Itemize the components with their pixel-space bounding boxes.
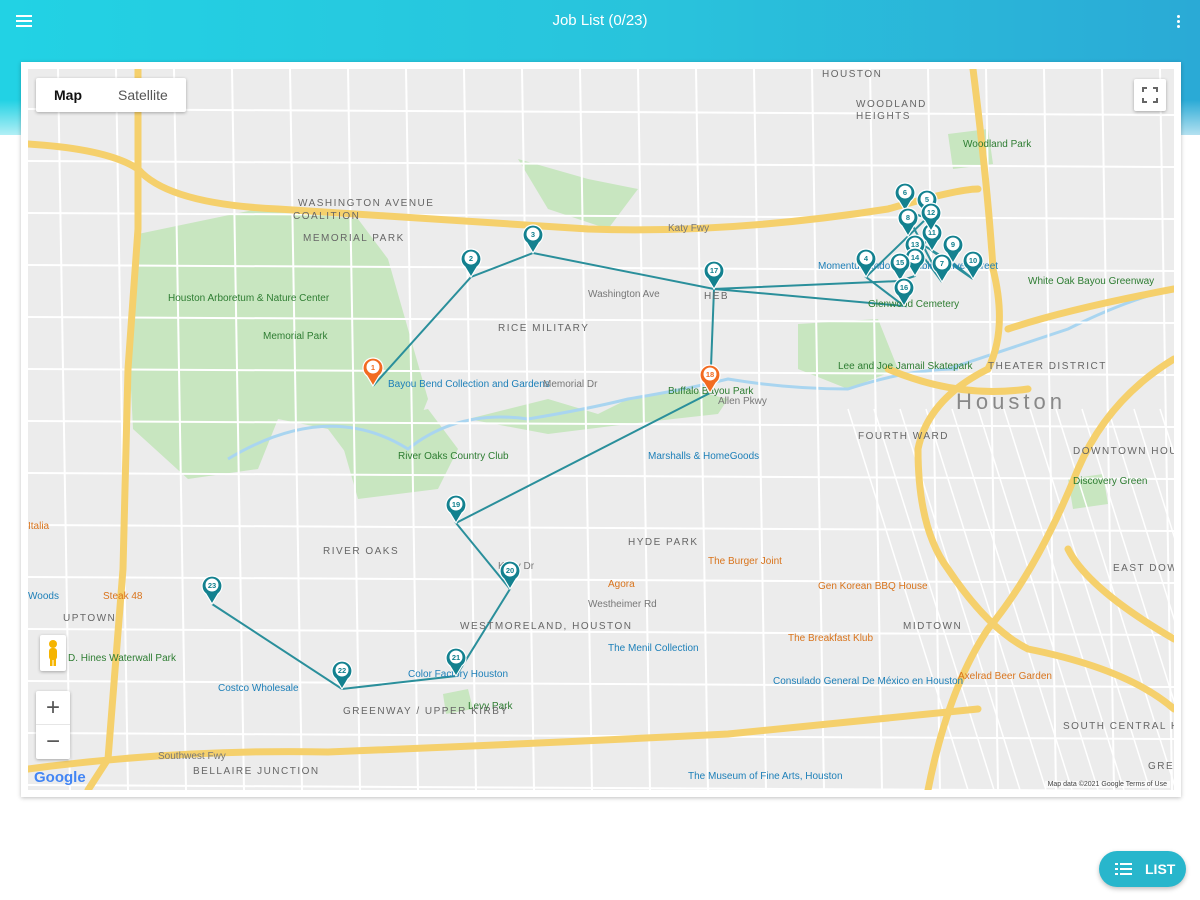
job-marker-label: 19 [452, 500, 460, 509]
fullscreen-button[interactable] [1134, 79, 1166, 111]
job-marker-label: 16 [900, 283, 908, 292]
job-marker-label: 8 [906, 213, 910, 222]
map-label: MIDTOWN [903, 621, 962, 632]
map-attribution[interactable]: Map data ©2021 Google Terms of Use [1044, 781, 1170, 788]
job-marker-pin-icon[interactable]: 7 [931, 253, 953, 284]
job-marker-label: 10 [969, 256, 977, 265]
map-label: Gen Korean BBQ House [818, 581, 928, 592]
map-label: WOODLAND [856, 99, 927, 110]
map-label: Glenwood Cemetery [868, 299, 959, 310]
map-label: WASHINGTON AVENUE [298, 198, 434, 209]
map-type-control: Map Satellite [36, 78, 186, 112]
map-label: The Breakfast Klub [788, 633, 873, 644]
map-label: Discovery Green [1073, 476, 1147, 487]
map-label: Bayou Bend Collection and Gardens [388, 379, 550, 390]
google-logo: Google [34, 769, 86, 786]
map-canvas[interactable]: HOUSTON WOODLANDHEIGHTS Woodland Park WASHI… [28, 69, 1174, 790]
map-label: Katy Fwy [668, 223, 709, 234]
map-label: GREAT [1148, 761, 1174, 772]
map-label: COALITION [293, 211, 360, 222]
job-marker-pin-icon[interactable]: 2 [460, 248, 482, 279]
map-label: Houston Arboretum & Nature Center [168, 293, 330, 304]
map-label: Marshalls & HomeGoods [648, 451, 759, 462]
pegman-figure [49, 640, 57, 666]
map-label: Italia [28, 521, 50, 532]
zoom-in-button[interactable]: + [36, 691, 70, 725]
job-marker-label: 1 [371, 363, 375, 372]
map-label: Westheimer Rd [588, 599, 657, 610]
job-marker-pin-icon[interactable]: 23 [201, 575, 223, 606]
job-marker-pin-icon[interactable]: 17 [703, 260, 725, 291]
map-label: D. Hines Waterwall Park [68, 653, 177, 664]
map-label: HEIGHTS [856, 111, 911, 122]
job-marker-label: 2 [469, 254, 473, 263]
job-marker-label: 7 [940, 259, 944, 268]
map-type-satellite-button[interactable]: Satellite [100, 78, 186, 112]
job-marker-pin-icon[interactable]: 15 [889, 252, 911, 283]
map-label: THEATER DISTRICT [988, 361, 1107, 372]
map-label: Southwest Fwy [158, 751, 226, 762]
job-marker-label: 22 [338, 666, 346, 675]
map-label: GREENWAY / UPPER KIRBY [343, 706, 509, 717]
zoom-out-button[interactable]: − [36, 725, 70, 759]
map-label: The Menil Collection [608, 643, 699, 654]
job-marker-label: 15 [896, 258, 904, 267]
job-marker-pin-icon[interactable]: 3 [522, 224, 544, 255]
map-label: Agora [608, 579, 635, 590]
map-label: Woodland Park [963, 139, 1032, 150]
map-label: DOWNTOWN HOUSTON [1073, 446, 1174, 457]
map-label: RICE MILITARY [498, 323, 589, 334]
map-label: Washington Ave [588, 289, 660, 300]
list-view-button[interactable]: LIST [1099, 851, 1186, 887]
fullscreen-icon [1142, 87, 1158, 103]
job-marker-label: 6 [903, 188, 907, 197]
job-marker-label: 20 [506, 566, 514, 575]
map-label: HYDE PARK [628, 537, 699, 548]
map-label: Houston [956, 389, 1066, 414]
job-marker-label: 3 [531, 230, 535, 239]
job-marker-label: 17 [710, 266, 718, 275]
map-type-map-button[interactable]: Map [36, 78, 100, 112]
map-label: Lee and Joe Jamail Skatepark [838, 361, 974, 372]
map-label: RIVER OAKS [323, 546, 399, 557]
map-label: River Oaks Country Club [398, 451, 509, 462]
map-label: Axelrad Beer Garden [958, 671, 1052, 682]
street-view-pegman-icon[interactable] [40, 635, 66, 671]
map-label: Allen Pkwy [718, 396, 767, 407]
map-label: Memorial Park [263, 331, 328, 342]
map-label: BELLAIRE JUNCTION [193, 766, 320, 777]
map-label: Consulado General De México en Houston [773, 676, 963, 687]
map-label: White Oak Bayou Greenway [1028, 276, 1154, 287]
job-marker-label: 9 [951, 240, 955, 249]
map-card: HOUSTON WOODLAND HEIGHTS Woodland Park WASHI… [21, 62, 1181, 797]
zoom-control: + − [36, 691, 70, 759]
job-marker-label: 12 [927, 208, 935, 217]
map-label: Woods [28, 591, 59, 602]
map-label: SOUTH CENTRAL HOUSTON [1063, 721, 1174, 732]
map-label: FOURTH WARD [858, 431, 949, 442]
map-label: HEB [704, 291, 729, 302]
more-options-icon[interactable] [1176, 13, 1182, 31]
map-label: WESTMORELAND, HOUSTON [460, 621, 632, 632]
map-label: Costco Wholesale [218, 683, 299, 694]
map-label: Steak 48 [103, 591, 143, 602]
map-label: UPTOWN [63, 613, 116, 624]
map-label: Memorial Dr [543, 379, 598, 390]
map-label: MEMORIAL PARK [303, 233, 405, 244]
job-marker-pin-icon[interactable]: 20 [499, 560, 521, 591]
job-marker-label: 21 [452, 653, 460, 662]
route-map[interactable]: HOUSTON WOODLAND HEIGHTS Woodland Park WASHI… [28, 69, 1174, 790]
job-marker-label: 18 [706, 370, 714, 379]
job-marker-label: 23 [208, 581, 216, 590]
map-label: HOUSTON [822, 69, 882, 80]
job-marker-label: 14 [911, 253, 920, 262]
map-label: The Burger Joint [708, 556, 782, 567]
map-label: The Museum of Fine Arts, Houston [688, 771, 843, 782]
list-button-label: LIST [1145, 861, 1176, 877]
job-marker-label: 5 [925, 195, 929, 204]
top-app-bar: Job List (0/23) [0, 0, 1200, 44]
map-label: EAST DOWNTOWN [1113, 563, 1174, 574]
page-title: Job List (0/23) [552, 12, 648, 29]
list-icon [1115, 863, 1132, 875]
